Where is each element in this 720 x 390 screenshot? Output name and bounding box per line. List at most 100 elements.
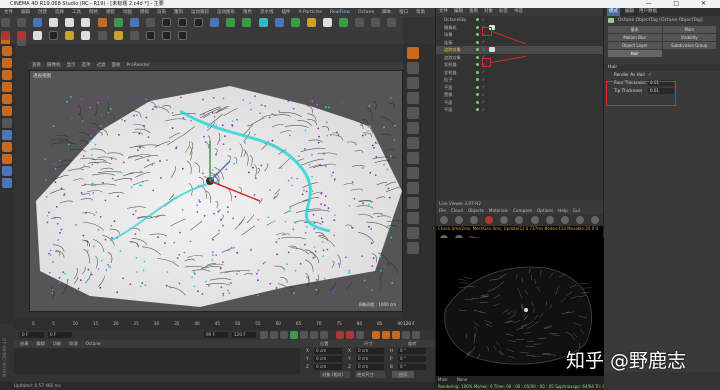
xp-emitter-icon[interactable]	[338, 18, 348, 27]
enabled-check-icon[interactable]: ✓	[482, 47, 487, 52]
object-menu-item[interactable]: 标签	[499, 9, 508, 14]
position-field[interactable]: 0 cm	[314, 348, 342, 354]
size-field[interactable]: 0 cm	[356, 364, 384, 370]
octane-texture-env-icon[interactable]	[65, 31, 75, 40]
viewport-menu-item[interactable]: 查看	[32, 63, 41, 68]
menu-item[interactable]: 流水线	[260, 10, 274, 15]
octane-volume-icon[interactable]	[178, 31, 188, 40]
enabled-check-icon[interactable]: ✓	[482, 77, 487, 82]
visibility-dot-icon[interactable]	[476, 100, 479, 104]
footer-none[interactable]: None	[457, 377, 467, 382]
attribute-tab[interactable]: Object Layer	[608, 42, 662, 49]
visibility-dot-icon[interactable]	[476, 55, 479, 59]
focus-icon[interactable]	[530, 216, 539, 224]
position-field[interactable]: 0 cm	[314, 356, 342, 362]
octane-hdri-icon[interactable]	[81, 31, 91, 40]
attribute-tab[interactable]: Subdivision Group	[662, 42, 716, 49]
viewport-menu-item[interactable]: 摄像机	[47, 63, 61, 68]
object-row[interactable]: 发射器 ✓	[436, 61, 603, 69]
object-row[interactable]: 摄像机 ✓	[436, 24, 603, 32]
edges-mode-icon[interactable]	[2, 94, 12, 104]
object-row[interactable]: 场景 ✓	[436, 31, 603, 39]
x-axis-icon[interactable]	[97, 18, 107, 27]
render-settings-icon[interactable]	[194, 18, 204, 27]
restart-icon[interactable]	[455, 216, 464, 224]
xp-tools-icon[interactable]	[355, 18, 365, 27]
tool-icon[interactable]	[407, 152, 419, 164]
menu-item[interactable]: 创建	[38, 10, 47, 15]
apply-button[interactable]: 应用	[392, 371, 414, 378]
subdivision-icon[interactable]	[242, 18, 252, 27]
object-row[interactable]: 粒子 ✓	[436, 76, 603, 84]
menu-item[interactable]: 选择	[55, 10, 64, 15]
visibility-dot-icon[interactable]	[476, 63, 479, 66]
octane-settings-icon[interactable]	[17, 31, 27, 40]
attribute-tab[interactable]: 基本	[608, 26, 662, 33]
object-row[interactable]: OctaneSky ✓	[436, 16, 603, 24]
material-menu-item[interactable]: 创建	[20, 341, 28, 346]
octane-daylight-icon[interactable]	[49, 31, 59, 40]
menu-item[interactable]: 捕捉	[106, 10, 115, 15]
cube-icon[interactable]	[210, 18, 220, 27]
tool-icon[interactable]	[407, 167, 419, 179]
menu-item[interactable]: 文件	[4, 10, 13, 15]
object-menu-item[interactable]: 查看	[469, 9, 478, 14]
attribute-tab[interactable]: Main	[662, 26, 716, 33]
viewport-menu-item[interactable]: 选项	[82, 63, 91, 68]
texture-mode-icon[interactable]	[2, 58, 12, 68]
position-field[interactable]: 0 cm	[314, 364, 342, 370]
enabled-check-icon[interactable]: ✓	[482, 17, 487, 22]
snap-icon[interactable]	[2, 142, 12, 152]
live-viewer-menu-item[interactable]: Materials	[489, 208, 508, 213]
footer-main[interactable]: Main	[438, 377, 448, 382]
octane-arealight-icon[interactable]	[97, 31, 107, 40]
go-end-icon[interactable]	[320, 331, 328, 339]
object-row[interactable]: 平面 ✓	[436, 84, 603, 92]
position-key-icon[interactable]	[372, 331, 380, 339]
enabled-check-icon[interactable]: ✓	[482, 85, 487, 89]
region-icon[interactable]	[560, 216, 569, 224]
menu-item[interactable]: 脚本	[382, 10, 391, 15]
xp-modifiers-icon[interactable]	[371, 18, 381, 27]
tool-icon[interactable]	[407, 77, 419, 89]
param-key-icon[interactable]	[402, 331, 410, 339]
size-mode-dropdown[interactable]: 绝对尺寸	[355, 371, 385, 378]
menu-item[interactable]: 动画	[123, 10, 132, 15]
floor-icon[interactable]	[290, 18, 300, 27]
scale-icon[interactable]	[65, 18, 75, 27]
menu-item[interactable]: 窗口	[399, 10, 408, 15]
live-viewer-menu-item[interactable]: File	[439, 208, 446, 213]
enabled-check-icon[interactable]: ✓	[482, 70, 487, 74]
pla-key-icon[interactable]	[412, 331, 420, 339]
quantize-icon[interactable]	[2, 154, 12, 164]
lock-icon[interactable]	[500, 216, 509, 224]
tool-icon[interactable]	[407, 242, 419, 254]
rotation-field[interactable]: 0 °	[398, 356, 426, 362]
current-frame-field[interactable]: 0 F	[48, 332, 72, 338]
menu-item[interactable]: 雕刻	[174, 10, 183, 15]
menu-item[interactable]: 角色	[243, 10, 252, 15]
attribute-header-item[interactable]: 编辑	[625, 9, 634, 14]
visibility-dot-icon[interactable]	[476, 33, 479, 36]
menu-item[interactable]: 运动跟踪	[191, 10, 209, 15]
render-picture-viewer-icon[interactable]	[178, 18, 188, 27]
coord-mode-dropdown[interactable]: 对象 (相对)	[320, 371, 350, 378]
scale-key-icon[interactable]	[382, 331, 390, 339]
menu-item[interactable]: 插件	[282, 10, 291, 15]
enabled-check-icon[interactable]: ✓	[482, 40, 487, 44]
window-controls[interactable]: — □ ✕	[645, 0, 716, 8]
object-row[interactable]: 置换 ✓	[436, 91, 603, 99]
visibility-dot-icon[interactable]	[476, 48, 479, 51]
attribute-tab[interactable]: Motion Blur	[608, 34, 662, 41]
octane-tag-icon[interactable]	[489, 47, 495, 52]
visibility-dot-icon[interactable]	[476, 78, 479, 81]
visibility-dot-icon[interactable]	[476, 93, 479, 96]
visibility-dot-icon[interactable]	[476, 85, 479, 89]
render-view-icon[interactable]	[161, 18, 171, 27]
visibility-dot-icon[interactable]	[476, 70, 479, 74]
material-menu-item[interactable]: 功能	[53, 341, 61, 346]
realflow-icon[interactable]	[387, 18, 397, 27]
attribute-tab[interactable]: Visibility	[662, 34, 716, 41]
array-icon[interactable]	[258, 18, 268, 27]
menu-item[interactable]: RealFlow	[330, 10, 350, 15]
